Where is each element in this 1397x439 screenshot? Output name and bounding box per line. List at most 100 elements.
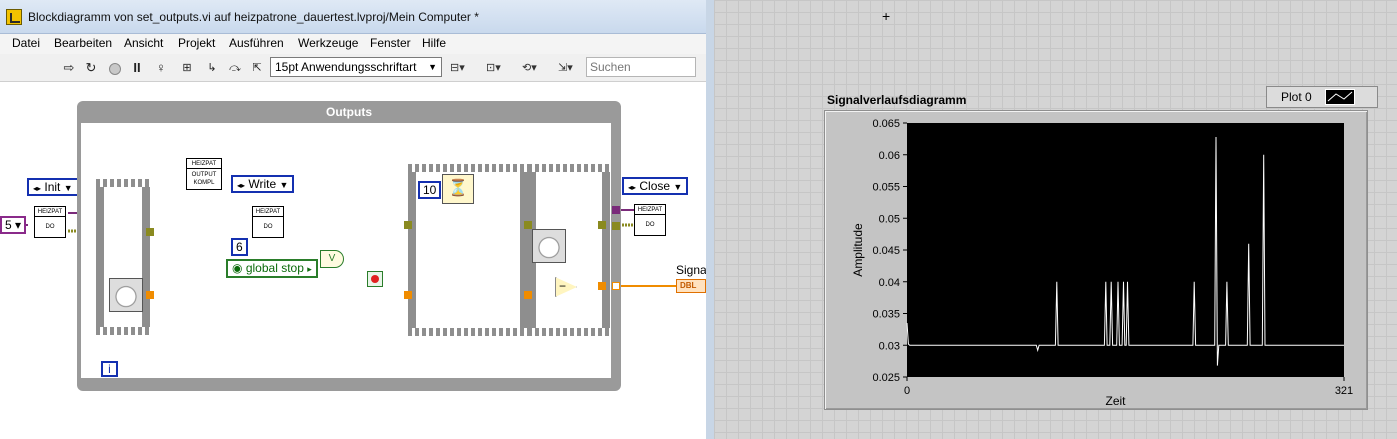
- constant-ten[interactable]: 10: [418, 181, 442, 199]
- iteration-terminal-label: i: [108, 362, 111, 376]
- signal-dbl-type: DBL: [680, 281, 697, 290]
- arrow-right-icon: ▸: [307, 264, 312, 274]
- inc-dec-icon: ◂▸: [237, 181, 246, 190]
- window-title: Blockdiagramm von set_outputs.vi auf hei…: [28, 10, 479, 24]
- toolbar: ⇨ ↻ II ♀ ⊞ ↳ ⤼ ⇱ 15pt Anwendungsschrifta…: [0, 54, 706, 82]
- init-enum-value: Init: [44, 180, 61, 194]
- distribute-icon[interactable]: ⊡▾: [486, 59, 514, 77]
- inc-dec-icon: ◂▸: [628, 183, 637, 192]
- menu-ausfuehren[interactable]: Ausführen: [229, 36, 284, 50]
- menu-projekt[interactable]: Projekt: [178, 36, 215, 50]
- output-kompl-subvi[interactable]: HEIZPAT OUTPUT KOMPL: [186, 158, 222, 190]
- search-input[interactable]: Suchen: [586, 57, 696, 77]
- menu-datei[interactable]: Datei: [12, 36, 40, 50]
- menu-werkzeuge[interactable]: Werkzeuge: [298, 36, 358, 50]
- wait-ms-icon[interactable]: ⏳: [442, 174, 474, 204]
- seq3-time-tunnel: [524, 291, 532, 299]
- crosshair-cursor-icon: +: [882, 8, 891, 24]
- signal-indicator-label: Signal: [676, 263, 706, 277]
- inc-dec-icon: ◂▸: [33, 184, 42, 193]
- left-cut-constant[interactable]: 5 ▾: [0, 216, 27, 234]
- y-tick-label: 0.035: [872, 309, 900, 321]
- output-kompl-line1: OUTPUT: [191, 172, 217, 178]
- plot-area: [907, 123, 1344, 377]
- graph-title: Signalverlaufsdiagramm: [827, 93, 967, 107]
- plot-legend[interactable]: Plot 0: [1266, 86, 1378, 108]
- abort-icon[interactable]: [106, 59, 124, 77]
- y-tick-label: 0.04: [879, 277, 900, 289]
- seq1-time-tunnel: [146, 291, 154, 299]
- tick-count-icon[interactable]: [109, 278, 143, 312]
- legend-line-swatch-icon[interactable]: [1325, 89, 1355, 105]
- font-select[interactable]: 15pt Anwendungsschriftart ▼: [270, 57, 442, 77]
- legend-plot-name: Plot 0: [1281, 90, 1312, 104]
- menu-ansicht[interactable]: Ansicht: [124, 36, 163, 50]
- chevron-down-icon: ▼: [673, 182, 683, 192]
- iteration-terminal[interactable]: i: [101, 361, 118, 377]
- run-arrow-icon[interactable]: ⇨: [60, 59, 78, 77]
- menu-fenster[interactable]: Fenster: [370, 36, 411, 50]
- menu-bearbeiten[interactable]: Bearbeiten: [54, 36, 112, 50]
- init-subvi[interactable]: HEIZPAT DO: [34, 206, 66, 238]
- step-over-icon[interactable]: ⤼: [226, 59, 244, 77]
- error-tunnel-out: [612, 222, 620, 230]
- y-tick-label: 0.025: [872, 372, 900, 384]
- output-kompl-label: HEIZPAT: [187, 159, 221, 169]
- step-out-icon[interactable]: ⇱: [248, 59, 266, 77]
- y-tick-label: 0.065: [872, 118, 900, 130]
- signal-dbl-terminal[interactable]: DBL: [676, 279, 706, 293]
- highlight-bulb-icon[interactable]: ♀: [152, 59, 170, 77]
- reorder-icon[interactable]: ⇲▾: [558, 59, 586, 77]
- resize-icon[interactable]: ⟲▾: [522, 59, 550, 77]
- init-subvi-label: HEIZPAT: [35, 207, 65, 217]
- globe-icon: ◉: [232, 261, 243, 275]
- write-subvi[interactable]: HEIZPAT DO: [252, 206, 284, 238]
- write-subvi-do: DO: [263, 224, 273, 230]
- subtract-symbol: −: [559, 279, 567, 293]
- block-diagram-window: Blockdiagramm von set_outputs.vi auf hei…: [0, 0, 706, 439]
- left-cut-constant-value: 5: [5, 218, 12, 232]
- close-subvi[interactable]: HEIZPAT DO: [634, 204, 666, 236]
- constant-six[interactable]: 6: [231, 238, 248, 256]
- close-enum-value: Close: [639, 179, 671, 193]
- pause-icon[interactable]: II: [128, 59, 146, 77]
- init-enum[interactable]: ◂▸ Init ▼: [27, 178, 79, 196]
- seq2-error-tunnel: [404, 221, 412, 229]
- retain-wire-icon[interactable]: ⊞: [178, 59, 196, 77]
- metronome-icon: ⏳: [448, 180, 468, 197]
- global-stop-variable[interactable]: ◉ global stop ▸: [226, 259, 318, 278]
- loop-stop-terminal[interactable]: [367, 271, 383, 287]
- align-icon[interactable]: ⊟▾: [450, 59, 478, 77]
- refnum-tunnel-out: [612, 206, 620, 214]
- tick-count-icon-2[interactable]: [532, 229, 566, 263]
- diagram-canvas[interactable]: 5 ▾ ◂▸ Init ▼ HEIZPAT DO Outputs HEIZPAT…: [0, 82, 706, 439]
- close-subvi-do: DO: [645, 222, 655, 228]
- x-tick-label: 321: [1335, 385, 1353, 397]
- stop-sign-icon: [371, 275, 379, 283]
- step-into-icon[interactable]: ↳: [203, 59, 221, 77]
- or-function[interactable]: V: [320, 250, 344, 268]
- vertical-scrollbar[interactable]: [692, 0, 706, 82]
- while-loop-title: Outputs: [326, 105, 372, 119]
- x-tick-label: 0: [904, 385, 910, 397]
- legend-line-glyph: [1327, 91, 1353, 102]
- run-continuous-icon[interactable]: ↻: [82, 59, 100, 77]
- y-tick-label: 0.05: [879, 213, 900, 225]
- y-tick-label: 0.055: [872, 182, 900, 194]
- constant-six-value: 6: [236, 240, 243, 254]
- chevron-down-icon: ▼: [279, 180, 289, 190]
- seq1-error-tunnel: [146, 228, 154, 236]
- write-enum[interactable]: ◂▸ Write ▼: [231, 175, 295, 193]
- menu-bar: Datei Bearbeiten Ansicht Projekt Ausführ…: [0, 34, 706, 54]
- output-kompl-line2: KOMPL: [193, 180, 215, 186]
- y-tick-label: 0.06: [879, 150, 900, 162]
- front-panel-window: + Signalverlaufsdiagramm Plot 0 0.025 0.0…: [706, 0, 1397, 439]
- write-enum-value: Write: [248, 177, 277, 191]
- close-enum[interactable]: ◂▸ Close ▼: [622, 177, 689, 195]
- menu-hilfe[interactable]: Hilfe: [422, 36, 446, 50]
- init-subvi-do: DO: [45, 224, 55, 230]
- window-titlebar[interactable]: Blockdiagramm von set_outputs.vi auf hei…: [0, 0, 706, 34]
- dbl-tunnel-out: [612, 282, 620, 290]
- or-function-label: V: [328, 253, 336, 264]
- waveform-chart[interactable]: 0.025 0.03 0.035 0.04 0.045 0.05 0.055 0.06 0.06…: [824, 110, 1368, 410]
